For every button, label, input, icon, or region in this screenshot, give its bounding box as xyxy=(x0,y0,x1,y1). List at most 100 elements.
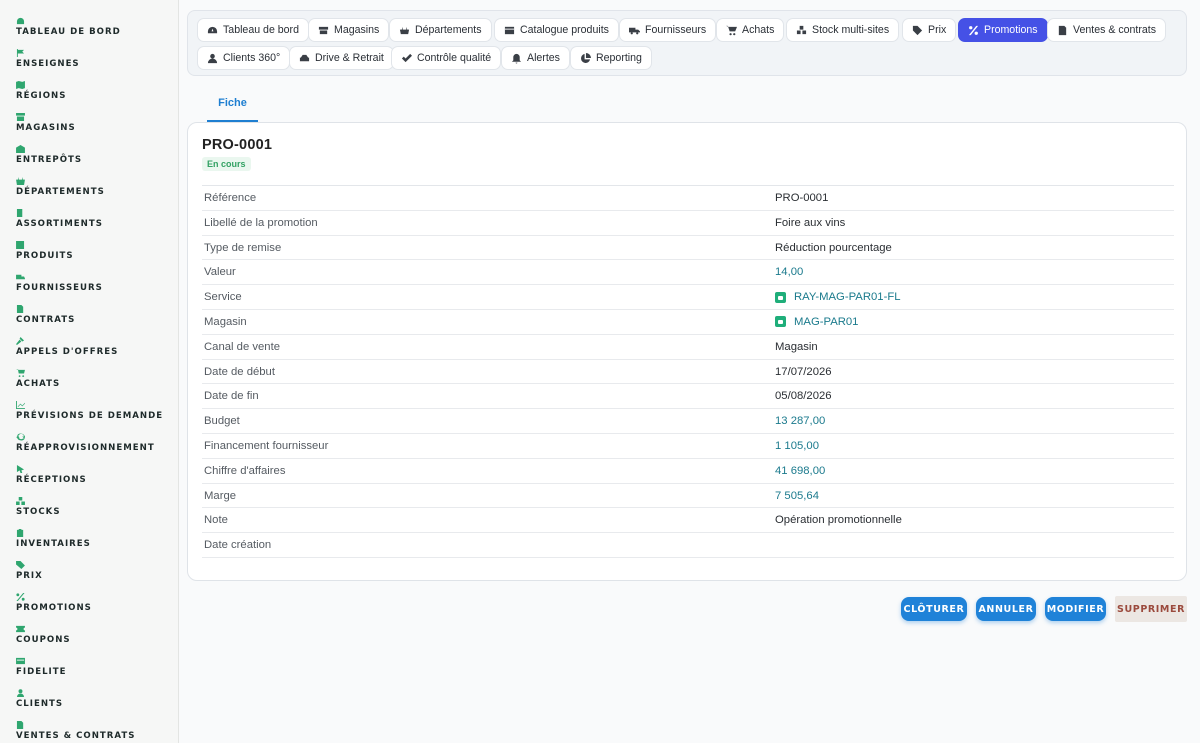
sidebar-item-produits[interactable]: PRODUITS xyxy=(16,241,74,261)
cloturer-button[interactable]: CLÔTURER xyxy=(901,597,967,621)
percent-icon xyxy=(968,25,979,35)
field-label: Chiffre d'affaires xyxy=(204,464,286,477)
store-icon xyxy=(16,113,25,121)
supprimer-button[interactable]: SUPPRIMER xyxy=(1115,596,1187,622)
sidebar-item-contrats[interactable]: CONTRATS xyxy=(16,305,75,325)
field-value: 05/08/2026 xyxy=(775,390,832,403)
sidebar-item-clients[interactable]: CLIENTS xyxy=(16,689,63,709)
table-row: Financement fournisseur 1 105,00 xyxy=(202,434,1174,459)
sidebar-item-label: FOURNISSEURS xyxy=(16,283,103,293)
sidebar-item-achats[interactable]: ACHATS xyxy=(16,369,60,389)
nav-pill-achats[interactable]: Achats xyxy=(716,18,785,42)
nav-pill-departements[interactable]: Départements xyxy=(389,18,492,42)
table-row: Référence PRO-0001 xyxy=(202,186,1174,211)
field-value: Opération promotionnelle xyxy=(775,514,902,527)
truck-icon xyxy=(629,27,640,34)
sidebar-item-assortiments[interactable]: ASSORTIMENTS xyxy=(16,209,103,229)
field-label: Magasin xyxy=(204,315,247,328)
table-row: Marge 7 505,64 xyxy=(202,484,1174,509)
table-row: Date de fin 05/08/2026 xyxy=(202,384,1174,410)
field-label: Libellé de la promotion xyxy=(204,216,318,229)
store-icon xyxy=(775,316,786,328)
basket-icon xyxy=(399,26,410,34)
nav-pill-alertes[interactable]: Alertes xyxy=(501,46,570,70)
nav-pill-drive-et-retrait[interactable]: Drive & Retrait xyxy=(289,46,394,70)
table-row: Date création xyxy=(202,533,1174,558)
sidebar-item-label: INVENTAIRES xyxy=(16,539,91,549)
sidebar-item-receptions[interactable]: RÉCEPTIONS xyxy=(16,465,87,485)
annuler-button[interactable]: ANNULER xyxy=(976,597,1036,621)
flag-icon xyxy=(16,49,25,57)
nav-pill-catalogue-produits[interactable]: Catalogue produits xyxy=(494,18,619,42)
table-row: Valeur 14,00 xyxy=(202,260,1174,286)
nav-pill-label: Promotions xyxy=(984,24,1038,36)
nav-pill-reporting[interactable]: Reporting xyxy=(570,46,652,70)
sidebar-item-entrepots[interactable]: ENTREPÔTS xyxy=(16,145,82,165)
sidebar-item-coupons[interactable]: COUPONS xyxy=(16,625,71,645)
table-row: Chiffre d'affaires 41 698,00 xyxy=(202,459,1174,484)
nav-pill-tableau-de-bord[interactable]: Tableau de bord xyxy=(197,18,309,42)
document-icon xyxy=(16,721,24,729)
sidebar-item-regions[interactable]: RÉGIONS xyxy=(16,81,66,101)
nav-pill-stock-multi-sites[interactable]: Stock multi-sites xyxy=(786,18,900,42)
document-icon xyxy=(1058,25,1067,35)
pie-icon xyxy=(581,52,591,63)
record-card: PRO-0001 En cours Référence PRO-0001 Lib… xyxy=(187,122,1187,581)
user-icon xyxy=(16,689,25,697)
gauge-icon xyxy=(207,26,218,33)
sidebar-item-label: DÉPARTEMENTS xyxy=(16,187,105,197)
nav-pill-label: Drive & Retrait xyxy=(315,52,384,64)
magasin-link[interactable]: MAG-PAR01 xyxy=(775,316,858,328)
sidebar-item-appels-d-offres[interactable]: APPELS D'OFFRES xyxy=(16,337,118,357)
sidebar-item-stocks[interactable]: STOCKS xyxy=(16,497,61,517)
store-icon xyxy=(318,26,329,34)
chart-icon xyxy=(16,401,25,409)
field-value: 14,00 xyxy=(775,266,804,279)
sidebar-item-tableau-de-bord[interactable]: TABLEAU DE BORD xyxy=(16,17,121,37)
sidebar-item-previsions-de-demande[interactable]: PRÉVISIONS DE DEMANDE xyxy=(16,401,163,421)
nav-pill-promotions[interactable]: Promotions xyxy=(958,18,1048,42)
sidebar-item-departements[interactable]: DÉPARTEMENTS xyxy=(16,177,105,197)
sidebar-item-reapprovisionnement[interactable]: RÉAPPROVISIONNEMENT xyxy=(16,433,155,453)
nav-pill-label: Fournisseurs xyxy=(645,24,707,36)
sidebar-item-label: CLIENTS xyxy=(16,699,64,709)
table-row: Note Opération promotionnelle xyxy=(202,508,1174,534)
sidebar-item-label: APPELS D'OFFRES xyxy=(16,347,119,357)
page-title: PRO-0001 xyxy=(202,137,273,153)
tag-icon xyxy=(912,25,923,35)
sidebar-item-label: RÉCEPTIONS xyxy=(16,475,87,485)
sidebar-item-label: ENSEIGNES xyxy=(16,59,80,69)
nav-pill-clients-360[interactable]: Clients 360° xyxy=(197,46,291,70)
sidebar-item-enseignes[interactable]: ENSEIGNES xyxy=(16,49,80,69)
nav-pill-label: Alertes xyxy=(527,52,560,64)
sidebar-item-fidelite[interactable]: FIDELITE xyxy=(16,657,66,677)
nav-pill-controle-qualite[interactable]: Contrôle qualité xyxy=(391,46,502,70)
tab-fiche[interactable]: Fiche xyxy=(207,90,258,122)
table-row: Budget 13 287,00 xyxy=(202,409,1174,434)
sidebar-item-label: PRÉVISIONS DE DEMANDE xyxy=(16,411,164,421)
nav-pill-ventes-et-contrats[interactable]: Ventes & contrats xyxy=(1047,18,1167,42)
sidebar-item-ventes-et-contrats[interactable]: VENTES & CONTRATS xyxy=(16,721,135,741)
service-link[interactable]: RAY-MAG-PAR01-FL xyxy=(775,291,901,303)
sidebar-item-fournisseurs[interactable]: FOURNISSEURS xyxy=(16,273,103,293)
field-value: 1 105,00 xyxy=(775,439,819,452)
nav-pill-prix[interactable]: Prix xyxy=(902,18,957,42)
modifier-button[interactable]: MODIFIER xyxy=(1045,597,1106,621)
sidebar-item-label: FIDELITE xyxy=(16,667,67,677)
tag-icon xyxy=(16,561,25,569)
sidebar-item-inventaires[interactable]: INVENTAIRES xyxy=(16,529,91,549)
sidebar-item-promotions[interactable]: PROMOTIONS xyxy=(16,593,92,613)
gavel-icon xyxy=(16,337,25,345)
detail-table: Référence PRO-0001 Libellé de la promoti… xyxy=(202,185,1174,558)
nav-pill-label: Ventes & contrats xyxy=(1073,24,1157,36)
sidebar-item-label: STOCKS xyxy=(16,507,61,517)
nav-pill-fournisseurs[interactable]: Fournisseurs xyxy=(619,18,717,42)
user-icon xyxy=(207,53,218,63)
sidebar-item-prix[interactable]: PRIX xyxy=(16,561,43,581)
ticket-icon xyxy=(16,625,25,633)
truck-icon xyxy=(16,274,25,280)
sidebar-item-label: ACHATS xyxy=(16,379,61,389)
sidebar-item-magasins[interactable]: MAGASINS xyxy=(16,113,76,133)
nav-pill-magasins[interactable]: Magasins xyxy=(308,18,390,42)
car-icon xyxy=(299,54,310,61)
